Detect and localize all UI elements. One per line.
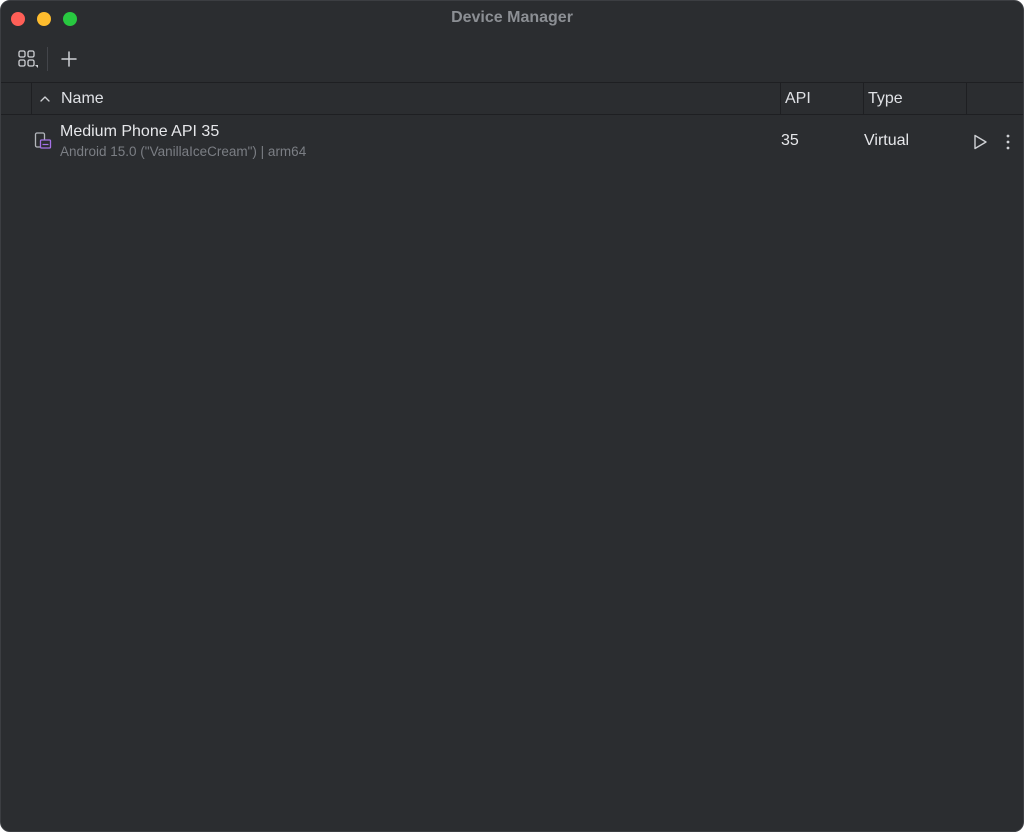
add-device-button[interactable]	[55, 45, 83, 73]
more-actions-button[interactable]	[997, 131, 1019, 153]
device-name: Medium Phone API 35	[60, 123, 220, 140]
column-divider	[780, 83, 781, 115]
toolbar	[1, 37, 1023, 82]
launch-device-button[interactable]	[969, 131, 991, 153]
toolbar-separator	[47, 47, 48, 71]
table-header: Name API Type	[1, 82, 1023, 115]
column-header-type[interactable]: Type	[868, 90, 903, 108]
device-manager-window: Device Manager Name API Type Medium Phon…	[0, 0, 1024, 832]
more-vertical-icon	[1006, 134, 1010, 150]
virtual-device-icon	[34, 132, 52, 149]
column-header-api[interactable]: API	[785, 90, 811, 108]
plus-icon	[61, 51, 77, 67]
sort-ascending-icon[interactable]	[39, 93, 51, 105]
device-api-level: 35	[781, 132, 799, 149]
title-bar: Device Manager	[1, 1, 1023, 37]
column-divider	[863, 83, 864, 115]
column-divider	[31, 83, 32, 115]
window-title: Device Manager	[451, 9, 573, 26]
column-divider	[966, 83, 967, 115]
view-options-button[interactable]	[13, 45, 41, 73]
device-type: Virtual	[864, 132, 910, 149]
device-details: Android 15.0 ("VanillaIceCream") | arm64	[60, 144, 307, 159]
column-header-name[interactable]: Name	[61, 90, 104, 108]
play-icon	[974, 134, 987, 150]
grid-view-icon	[18, 50, 38, 68]
